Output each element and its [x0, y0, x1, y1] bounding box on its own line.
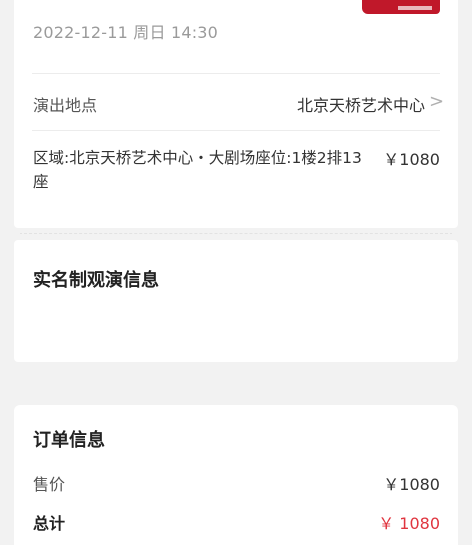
venue-value[interactable]: 北京天桥艺术中心	[297, 92, 425, 116]
sale-price-label: 售价	[33, 475, 66, 494]
divider	[32, 73, 440, 74]
poster-thumbnail	[362, 0, 440, 14]
realname-card	[14, 240, 458, 362]
seat-description: 区域:北京天桥艺术中心・大剧场座位:1楼2排13座	[33, 149, 362, 191]
divider	[32, 130, 440, 131]
total-value: ￥ 1080	[378, 514, 440, 533]
realname-title: 实名制观演信息	[33, 270, 159, 291]
total-label: 总计	[33, 514, 66, 533]
event-datetime: 2022-12-11 周日 14:30	[33, 23, 219, 42]
chevron-right-icon[interactable]: >	[429, 91, 444, 112]
order-info-title: 订单信息	[33, 430, 105, 451]
ticket-notch-right	[452, 228, 464, 240]
ticket-perforation	[14, 233, 458, 234]
sale-price-value: ￥1080	[383, 475, 440, 494]
ticket-notch-left	[8, 228, 20, 240]
seat-price: ￥1080	[383, 150, 440, 169]
venue-label: 演出地点	[33, 96, 98, 115]
